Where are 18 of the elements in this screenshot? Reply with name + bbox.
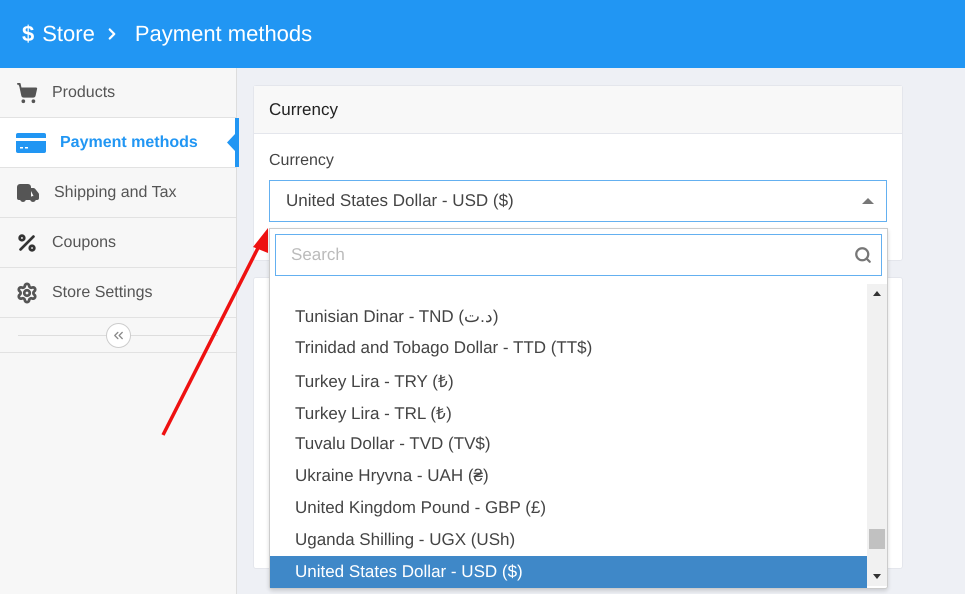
currency-select[interactable]: United States Dollar - USD ($) (269, 180, 887, 222)
dollar-logo: $ (22, 21, 34, 47)
dropdown-option[interactable]: United States Dollar - USD ($) (270, 556, 867, 588)
dropdown-option[interactable]: Turkey Lira - TRL (₺) (270, 396, 867, 428)
field-label: Currency (269, 152, 335, 170)
dropdown-option[interactable]: United Kingdom Pound - GBP (£) (270, 492, 867, 524)
card-title: Currency (254, 86, 902, 134)
dropdown-option[interactable]: Ukraine Hryvna - UAH (₴) (270, 460, 867, 492)
dropdown-option[interactable]: Uganda Shilling - UGX (USh) (270, 524, 867, 556)
sidebar-item[interactable]: Store Settings (0, 268, 236, 318)
sidebar-item[interactable]: Coupons (0, 218, 236, 268)
dropdown-option[interactable]: Tuvalu Dollar - TVD (TV$) (270, 428, 867, 460)
dropdown-option[interactable]: Trinidad and Tobago Dollar - TTD (TT$) (270, 332, 867, 364)
dropdown-option[interactable]: Tunisian Dinar - TND (د.ت) (270, 300, 867, 332)
dropdown-option[interactable]: Turkey Lira - TRY (₺) (270, 364, 867, 396)
sidebar-item[interactable]: Shipping and Tax (0, 168, 236, 218)
search-field[interactable]: Search (275, 234, 882, 276)
breadcrumb-item: Payment methods (134, 21, 312, 47)
